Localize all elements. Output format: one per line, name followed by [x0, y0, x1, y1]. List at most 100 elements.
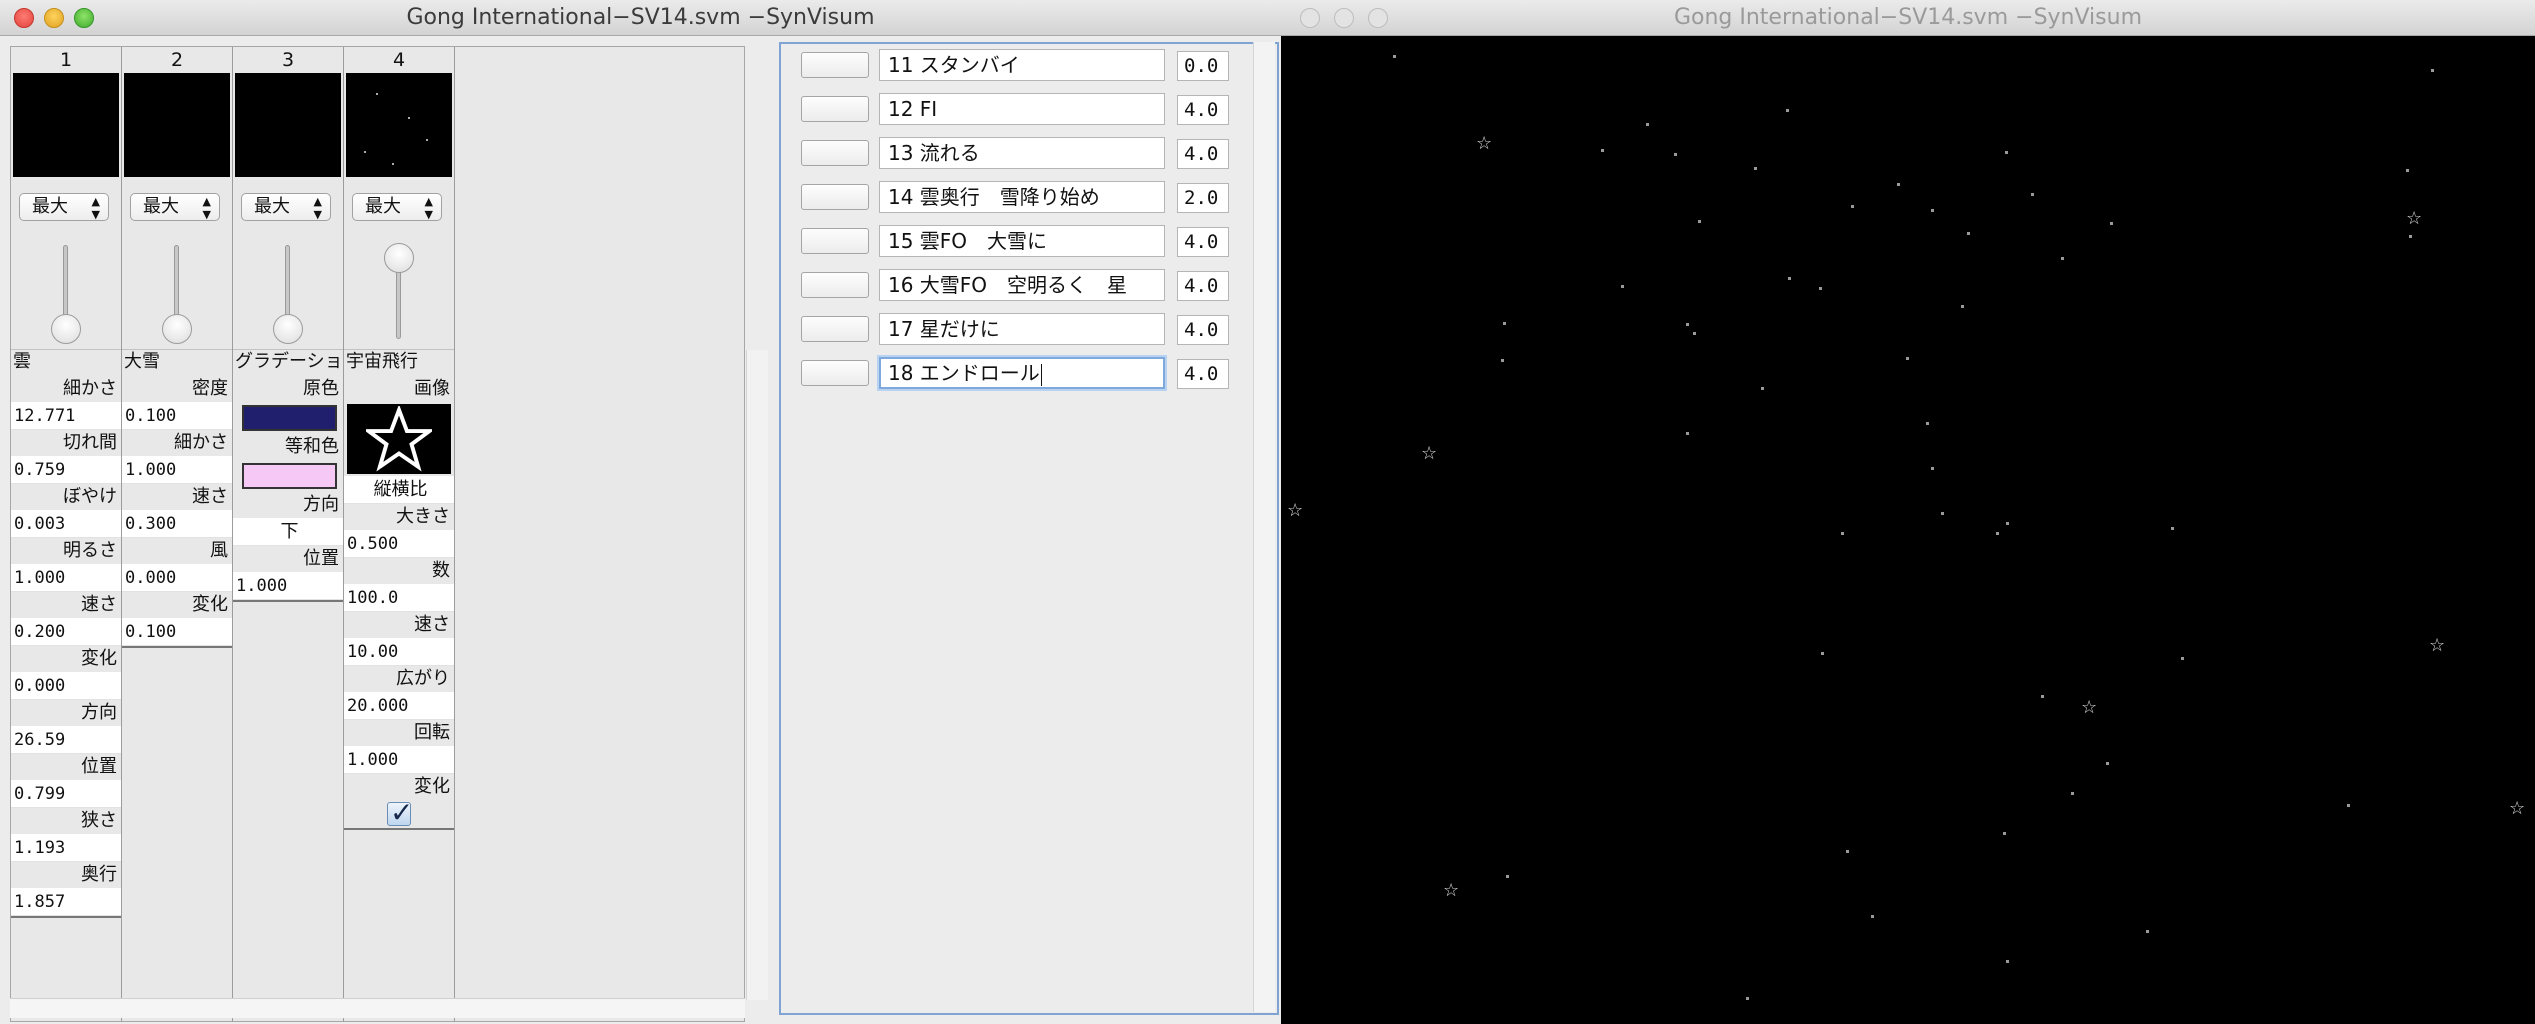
param-value[interactable]: 0.000 [11, 672, 121, 700]
cue-name-field[interactable]: 11 スタンバイ [879, 49, 1165, 81]
cue-time-field[interactable]: 4.0 [1177, 359, 1229, 389]
layer-preview[interactable] [235, 73, 341, 177]
param-label: 明るさ [63, 540, 117, 561]
particle [2409, 235, 2412, 238]
cue-go-button[interactable] [801, 96, 869, 122]
cue-name-field-active[interactable]: 18 エンドロール [879, 357, 1165, 389]
param-value[interactable]: 1.000 [122, 456, 232, 484]
param-value[interactable]: 12.771 [11, 402, 121, 430]
particle [1846, 850, 1849, 853]
cue-time-field[interactable]: 2.0 [1177, 183, 1229, 213]
cue-list-scrollbar[interactable] [1253, 42, 1275, 1012]
particle [1821, 652, 1824, 655]
layer-number: 3 [281, 49, 295, 71]
param-value[interactable]: 0.100 [122, 402, 232, 430]
particle [1621, 285, 1624, 288]
particle [1674, 153, 1677, 156]
cue-name-field[interactable]: 16 大雪FO 空明るく 星 [879, 269, 1165, 301]
param-value[interactable]: 0.003 [11, 510, 121, 538]
cue-name-field[interactable]: 14 雲奥行 雪降り始め [879, 181, 1165, 213]
cue-go-button[interactable] [801, 228, 869, 254]
param-value[interactable]: 26.59 [11, 726, 121, 754]
opacity-slider-knob[interactable] [273, 314, 303, 344]
cue-go-button[interactable] [801, 140, 869, 166]
cue-go-button[interactable] [801, 52, 869, 78]
editor-titlebar[interactable]: Gong International−SV14.svm −SynVisum [0, 0, 1281, 36]
cue-time-field[interactable]: 0.0 [1177, 51, 1229, 81]
param-label: 速さ [192, 486, 228, 507]
layer-preview[interactable] [13, 73, 119, 177]
blend-mode-select[interactable]: 最大 ▲ ▼ [352, 193, 442, 221]
opacity-slider-knob[interactable] [384, 243, 414, 273]
particle [1996, 532, 1999, 535]
layer-column-3: 3 最大 ▲ ▼ グラデーショ 原色 等和色 方向 下 位置 1.000 [233, 47, 344, 1022]
cue-time-field[interactable]: 4.0 [1177, 95, 1229, 125]
layer-panel-hscrollbar[interactable] [10, 998, 745, 1018]
param-value[interactable]: 1.000 [11, 564, 121, 592]
param-value[interactable]: 0.300 [122, 510, 232, 538]
layer-column-1: 1 最大 ▲ ▼ 雲 細かさ 12.771 切れ間 0.759 ぼやけ 0.003 … [11, 47, 122, 1022]
param-label: 大きさ [396, 506, 450, 527]
star-particle-icon: ☆ [2081, 697, 2098, 718]
particle [1761, 387, 1764, 390]
cue-go-button[interactable] [801, 360, 869, 386]
param-value[interactable]: 0.759 [11, 456, 121, 484]
particle [2071, 792, 2074, 795]
cue-time-field[interactable]: 4.0 [1177, 315, 1229, 345]
param-value[interactable]: 1.000 [344, 746, 454, 774]
param-value[interactable]: 1.857 [11, 888, 121, 916]
blend-mode-select[interactable]: 最大 ▲ ▼ [19, 193, 109, 221]
param-value[interactable]: 1.193 [11, 834, 121, 862]
blend-mode-value: 最大 [254, 196, 290, 217]
cue-go-button[interactable] [801, 184, 869, 210]
layer-column-2: 2 最大 ▲ ▼ 大雪 密度 0.100 細かさ 1.000 速さ 0.300 風 … [122, 47, 233, 1022]
particle [1941, 512, 1944, 515]
param-value[interactable]: 0.100 [122, 618, 232, 646]
cue-time-field[interactable]: 4.0 [1177, 139, 1229, 169]
particle [1906, 357, 1909, 360]
cue-name-field[interactable]: 13 流れる [879, 137, 1165, 169]
cue-time-field[interactable]: 4.0 [1177, 271, 1229, 301]
particle [1841, 532, 1844, 535]
editor-window: Gong International−SV14.svm −SynVisum 1 … [0, 0, 1281, 1024]
particle [1786, 109, 1789, 112]
opacity-slider-knob[interactable] [162, 314, 192, 344]
primary-color-swatch[interactable] [242, 405, 337, 431]
blend-mode-select[interactable]: 最大 ▲ ▼ [241, 193, 331, 221]
output-titlebar[interactable]: Gong International−SV14.svm −SynVisum [1281, 0, 2535, 36]
cue-name-field[interactable]: 17 星だけに [879, 313, 1165, 345]
secondary-color-swatch[interactable] [242, 463, 337, 489]
opacity-slider-knob[interactable] [51, 314, 81, 344]
param-label: ぼやけ [63, 486, 117, 507]
param-value[interactable]: 0.799 [11, 780, 121, 808]
cue-time-field[interactable]: 4.0 [1177, 227, 1229, 257]
checkmark-icon: ✓ [390, 796, 414, 829]
param-value[interactable]: 100.0 [344, 584, 454, 612]
param-value[interactable]: 0.200 [11, 618, 121, 646]
layer-panel-scrollbar[interactable] [746, 350, 768, 1000]
change-checkbox[interactable]: ✓ [387, 796, 413, 829]
particle [1698, 220, 1701, 223]
blend-mode-select[interactable]: 最大 ▲ ▼ [130, 193, 220, 221]
cue-name-field[interactable]: 15 雲FO 大雪に [879, 225, 1165, 257]
aspect-ratio-label[interactable]: 縦横比 [344, 476, 454, 504]
star-particle-icon: ☆ [1443, 880, 1460, 901]
image-picker[interactable] [347, 404, 451, 474]
param-label: 細かさ [174, 432, 228, 453]
particle [2181, 657, 2184, 660]
layer-preview[interactable] [124, 73, 230, 177]
layer-preview[interactable] [346, 73, 452, 177]
text-caret [1040, 363, 1042, 386]
param-label: 方向 [81, 702, 117, 723]
layer-number: 4 [392, 49, 406, 71]
param-value[interactable]: 10.00 [344, 638, 454, 666]
direction-value[interactable]: 下 [233, 518, 343, 546]
param-value[interactable]: 20.000 [344, 692, 454, 720]
particle [1686, 323, 1689, 326]
param-value[interactable]: 1.000 [233, 572, 343, 600]
param-value[interactable]: 0.000 [122, 564, 232, 592]
cue-name-field[interactable]: 12 FI [879, 93, 1165, 125]
cue-go-button[interactable] [801, 272, 869, 298]
param-value[interactable]: 0.500 [344, 530, 454, 558]
cue-go-button[interactable] [801, 316, 869, 342]
